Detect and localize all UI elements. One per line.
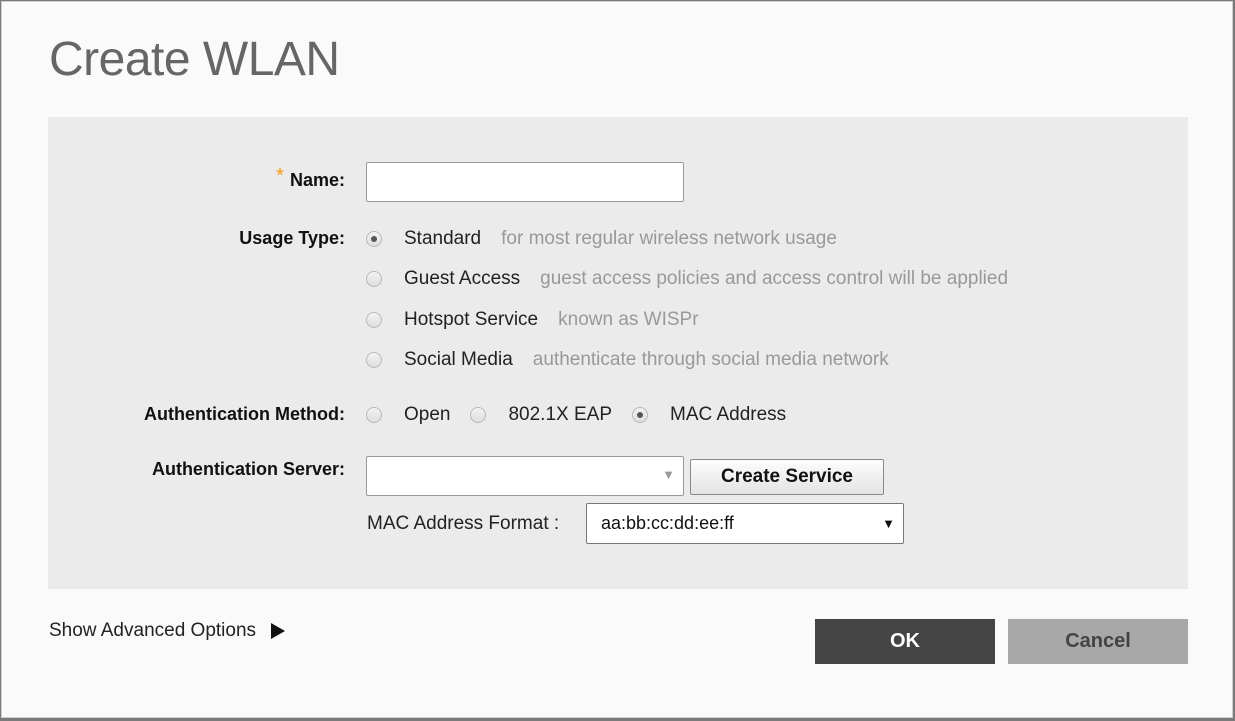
usage-option-description: for most regular wireless network usage	[501, 228, 837, 249]
mac-format-label: MAC Address Format :	[367, 513, 560, 534]
auth-server-select[interactable]: ▼	[366, 456, 684, 496]
dropdown-arrow-icon: ▼	[662, 467, 675, 482]
radio-social-media[interactable]	[366, 352, 382, 368]
usage-option-description: known as WISPr	[558, 309, 699, 330]
usage-option-social-media[interactable]: Social Media authenticate through social…	[366, 348, 889, 372]
radio-auth-open[interactable]	[366, 407, 382, 423]
dropdown-arrow-icon: ▼	[882, 516, 895, 531]
create-service-button[interactable]: Create Service	[690, 459, 884, 495]
dialog-title: Create WLAN	[49, 33, 340, 86]
usage-option-label: Standard	[404, 228, 482, 249]
cancel-button[interactable]: Cancel	[1008, 619, 1188, 664]
radio-hotspot-service[interactable]	[366, 312, 382, 328]
auth-method-options: Open 802.1X EAP MAC Address	[366, 403, 806, 427]
usage-option-label: Social Media	[404, 349, 513, 370]
required-asterisk: *	[276, 165, 284, 187]
advanced-options-label: Show Advanced Options	[49, 620, 257, 641]
name-label: Name:	[289, 170, 345, 190]
usage-option-label: Guest Access	[404, 268, 521, 289]
radio-auth-mac-address[interactable]	[632, 407, 649, 423]
auth-method-label: Authentication Method:	[144, 404, 345, 424]
create-wlan-dialog: Create WLAN * Name: Usage Type: Standard …	[1, 1, 1233, 718]
usage-option-standard[interactable]: Standard for most regular wireless netwo…	[366, 227, 837, 251]
auth-option-8021x-label[interactable]: 802.1X EAP	[508, 404, 612, 426]
show-advanced-options[interactable]: Show Advanced Options	[49, 620, 286, 642]
usage-option-description: authenticate through social media networ…	[532, 349, 889, 370]
usage-option-hotspot-service[interactable]: Hotspot Service known as WISPr	[366, 308, 699, 332]
mac-format-select[interactable]: aa:bb:cc:dd:ee:ff ▼	[586, 503, 904, 544]
usage-type-label: Usage Type:	[239, 228, 345, 248]
usage-option-label: Hotspot Service	[404, 309, 539, 330]
auth-option-open-label[interactable]: Open	[404, 404, 450, 426]
radio-auth-8021x-eap[interactable]	[470, 407, 487, 423]
usage-option-guest-access[interactable]: Guest Access guest access policies and a…	[366, 267, 1008, 291]
name-label-group: * Name:	[276, 165, 345, 192]
form-panel: * Name: Usage Type: Standard for most reg…	[48, 117, 1188, 589]
ok-button[interactable]: OK	[815, 619, 995, 664]
auth-option-mac-label[interactable]: MAC Address	[670, 404, 786, 426]
auth-server-label: Authentication Server:	[151, 459, 345, 479]
mac-format-value: aa:bb:cc:dd:ee:ff	[601, 513, 734, 533]
usage-option-description: guest access policies and access control…	[540, 268, 1009, 289]
radio-standard[interactable]	[366, 231, 382, 247]
name-input[interactable]	[366, 162, 684, 202]
triangle-right-icon	[271, 623, 286, 639]
radio-guest-access[interactable]	[366, 271, 382, 287]
